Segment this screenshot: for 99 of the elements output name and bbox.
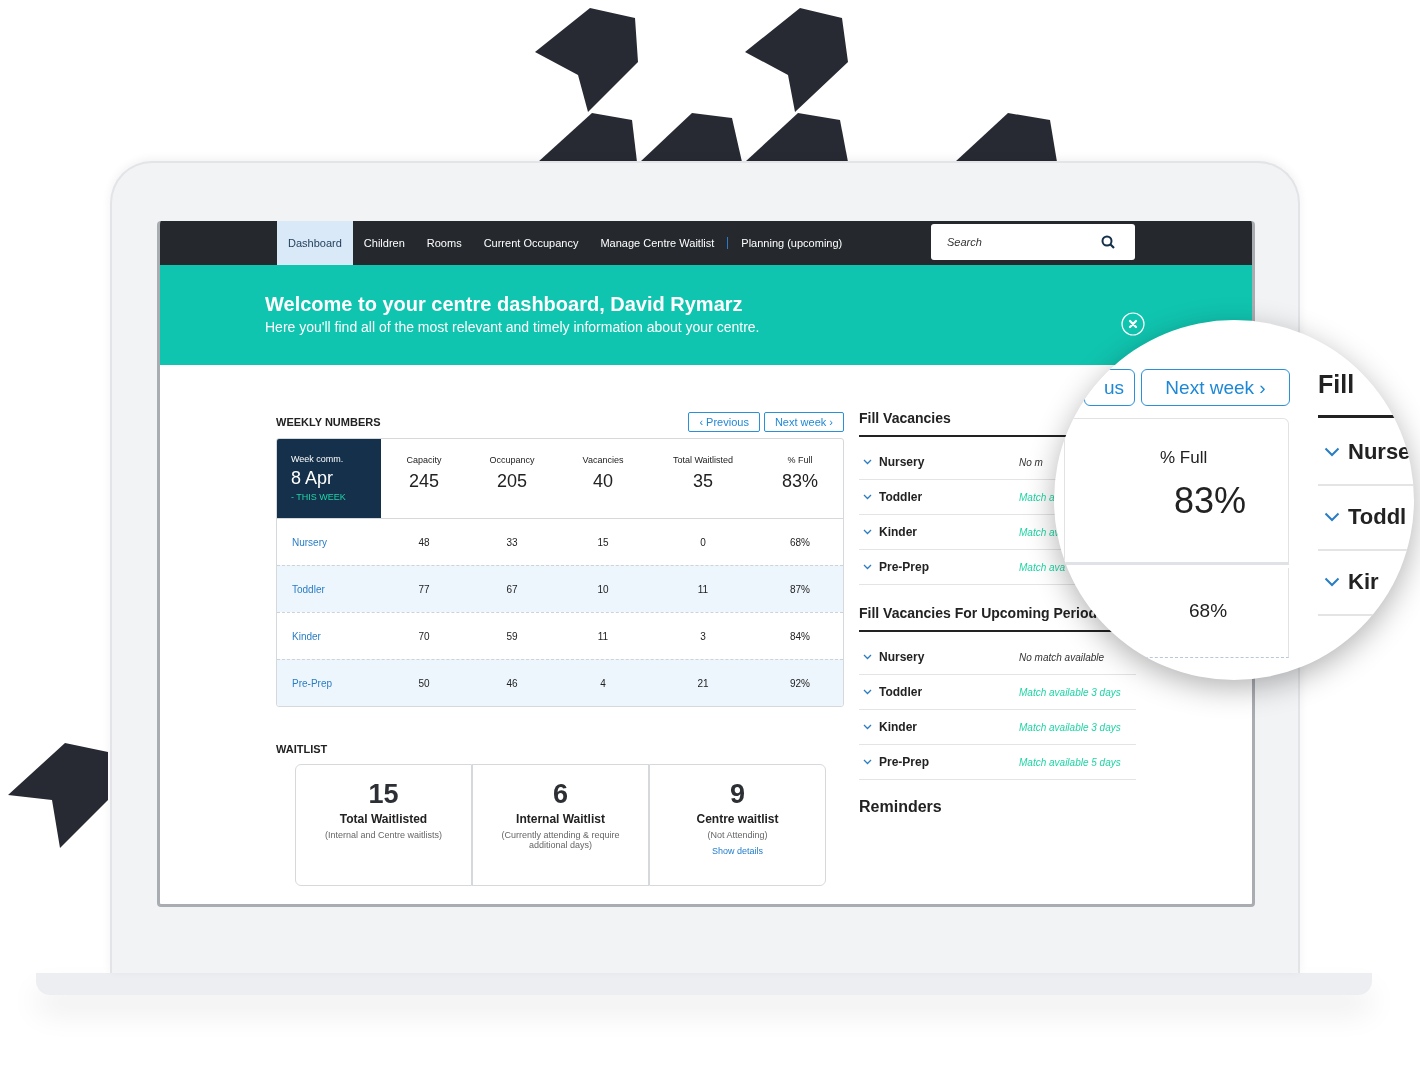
table-cell-text: 68% xyxy=(789,536,811,548)
section-heading: Fill xyxy=(1318,370,1355,399)
week-date: 8 Apr xyxy=(291,468,335,489)
chevron-down-icon xyxy=(863,459,872,465)
table-cell-text: 77 xyxy=(417,583,431,595)
column-total: 40 xyxy=(593,471,613,492)
room-name: Nursery xyxy=(879,650,926,664)
room-name: Kir xyxy=(1348,569,1379,595)
column-total: 245 xyxy=(408,471,439,492)
room-name: Nursery xyxy=(879,455,926,469)
next-week-button[interactable]: Next week › xyxy=(763,412,844,432)
column-header: Occupancy xyxy=(489,455,535,465)
room-link[interactable]: Nursery xyxy=(277,536,381,548)
match-status: No match available xyxy=(1019,651,1106,663)
column-total: 83% xyxy=(1174,480,1247,522)
table-cell-text: 11 xyxy=(596,630,610,642)
column-header: Capacity xyxy=(406,455,442,465)
chevron-down-icon xyxy=(1324,447,1340,457)
room-name: Nurse xyxy=(1348,439,1411,465)
room-name: Toddl xyxy=(1348,504,1407,530)
nav-tab[interactable]: Planning (upcoming) xyxy=(730,221,854,265)
table-cell-text: 21 xyxy=(696,677,710,689)
week-label: Week comm. xyxy=(291,454,345,464)
column-total: 83% xyxy=(782,471,818,492)
table-cell-text: 87% xyxy=(789,583,811,595)
table-cell-text: 10 xyxy=(596,583,610,595)
search-box[interactable]: Search xyxy=(931,224,1135,260)
waitlist-title: Centre waitlist xyxy=(696,812,779,826)
table-cell-text: 33 xyxy=(505,536,519,548)
table-cell-text: 50 xyxy=(417,677,431,689)
match-status: Match available 3 days xyxy=(1019,686,1122,698)
waitlist-note: (Currently attending & require additional days) xyxy=(500,830,621,850)
nav-tab[interactable]: Children xyxy=(352,221,416,265)
chevron-down-icon xyxy=(863,564,872,570)
table-cell-text: 3 xyxy=(699,630,707,642)
show-details-link[interactable]: Show details xyxy=(712,846,763,856)
table-cell-text: 48 xyxy=(417,536,431,548)
chevron-down-icon xyxy=(863,759,872,765)
table-cell-text: 15 xyxy=(596,536,610,548)
nav-tab[interactable]: Dashboard xyxy=(277,221,353,265)
nav-tab[interactable]: Manage Centre Waitlist xyxy=(589,221,726,265)
chevron-down-icon xyxy=(863,689,872,695)
table-cell-text: 67 xyxy=(505,583,519,595)
waitlist-count: 6 xyxy=(553,779,568,810)
column-header: Total Waitlisted xyxy=(672,455,734,465)
week-note: - THIS WEEK xyxy=(291,492,347,502)
table-cell-text: 11 xyxy=(696,583,710,595)
section-heading: WEEKLY NUMBERS xyxy=(276,416,381,428)
waitlist-note: (Internal and Centre waitlists) xyxy=(324,830,443,840)
banner-subtitle: Here you'll find all of the most relevant and timely information about your centre. xyxy=(265,319,760,335)
match-status: Match available 3 days xyxy=(1019,721,1122,733)
waitlist-count: 9 xyxy=(730,779,745,810)
waitlist-title: Internal Waitlist xyxy=(516,812,605,826)
waitlist-count: 15 xyxy=(368,779,399,810)
column-total: 205 xyxy=(496,471,527,492)
chevron-down-icon xyxy=(863,529,872,535)
vacancy-row[interactable]: Kir xyxy=(1318,550,1414,616)
room-name: Pre-Prep xyxy=(879,560,931,574)
table-cell: 68% xyxy=(1189,600,1228,622)
match-status: Match ava xyxy=(1019,561,1067,573)
vacancy-row[interactable]: Nurse xyxy=(1318,420,1414,486)
column-header: Vacancies xyxy=(582,455,624,465)
search-icon[interactable] xyxy=(1101,235,1115,249)
nav-tab[interactable]: Current Occupancy xyxy=(472,221,590,265)
waitlist-title: Total Waitlisted xyxy=(339,812,428,826)
column-header: % Full xyxy=(1160,448,1208,468)
room-name: Kinder xyxy=(879,525,918,539)
match-status: No m xyxy=(1019,456,1044,468)
table-cell-text: 0 xyxy=(699,536,707,548)
table-cell-text: 59 xyxy=(505,630,519,642)
vacancy-row[interactable]: Toddl xyxy=(1318,485,1414,551)
chevron-down-icon xyxy=(1324,577,1340,587)
room-link[interactable]: Pre-Prep xyxy=(277,677,381,689)
room-name: Kinder xyxy=(879,720,918,734)
chevron-down-icon xyxy=(863,724,872,730)
table-cell-text: 70 xyxy=(417,630,431,642)
banner-title: Welcome to your centre dashboard, David Rymarz xyxy=(265,293,744,316)
table-cell-text: 84% xyxy=(789,630,811,642)
chevron-down-icon xyxy=(863,654,872,660)
waitlist-note: (Not Attending) xyxy=(707,830,768,840)
table-cell-text: 92% xyxy=(789,677,811,689)
section-heading: WAITLIST xyxy=(276,743,329,755)
chevron-down-icon xyxy=(863,494,872,500)
room-name: Toddler xyxy=(879,685,924,699)
room-link[interactable]: Kinder xyxy=(277,630,381,642)
next-week-button[interactable]: Next week › xyxy=(1141,369,1290,406)
previous-button[interactable]: ‹ Previous xyxy=(688,412,760,432)
room-name: Toddler xyxy=(879,490,924,504)
chevron-down-icon xyxy=(1324,512,1340,522)
column-total: 35 xyxy=(693,471,713,492)
room-link[interactable]: Toddler xyxy=(277,583,381,595)
nav-tab[interactable]: Rooms xyxy=(415,221,473,265)
reminders-heading: Reminders xyxy=(859,798,943,816)
table-cell-text: 4 xyxy=(599,677,607,689)
table-cell-text: 46 xyxy=(505,677,519,689)
match-status: Match available 5 days xyxy=(1019,756,1122,768)
match-status: Match a xyxy=(1019,491,1056,503)
room-name: Pre-Prep xyxy=(879,755,931,769)
column-header: % Full xyxy=(787,455,813,465)
